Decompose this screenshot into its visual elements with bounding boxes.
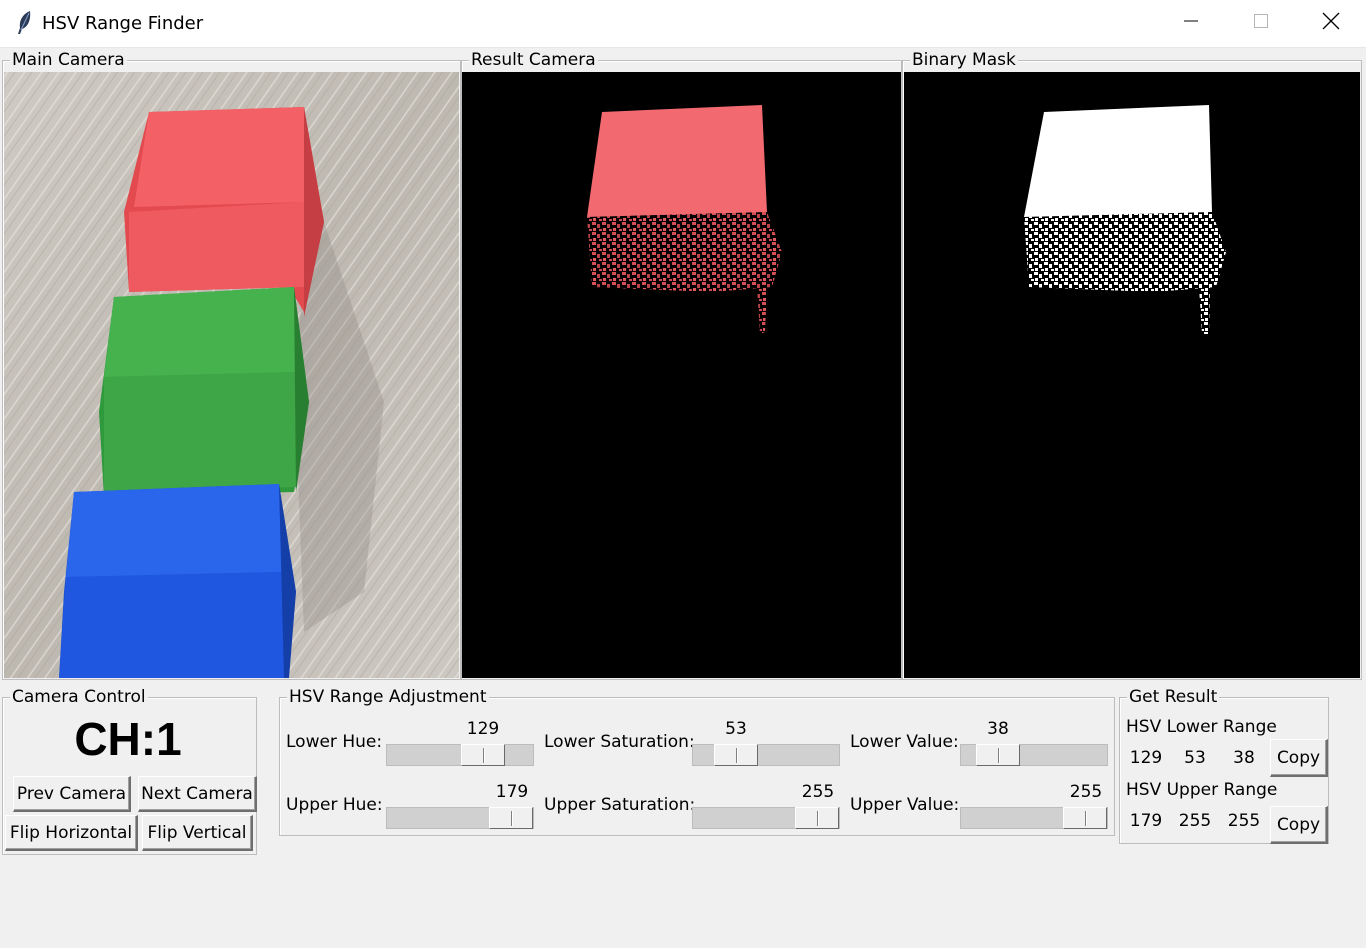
upper-h-result: 179 (1129, 811, 1163, 831)
upper-saturation-slider-thumb[interactable] (795, 807, 839, 829)
upper-hue-value: 179 (495, 782, 529, 802)
lower-saturation-slider-thumb[interactable] (714, 744, 758, 766)
main-camera-title: Main Camera (10, 49, 127, 71)
upper-saturation-slider[interactable] (692, 807, 840, 829)
hsv-range-adjustment-title: HSV Range Adjustment (287, 686, 489, 708)
upper-v-result: 255 (1227, 811, 1261, 831)
hsv-range-adjustment-frame: HSV Range Adjustment Lower Hue: 129 Lowe… (279, 686, 1115, 836)
minimize-button[interactable] (1156, 0, 1226, 47)
window-title: HSV Range Finder (42, 13, 204, 34)
copy-upper-button[interactable]: Copy (1270, 806, 1328, 844)
next-camera-button[interactable]: Next Camera (138, 776, 257, 812)
lower-value-value: 38 (987, 719, 1009, 739)
get-result-frame: Get Result HSV Lower Range 129 53 38 Cop… (1119, 686, 1329, 844)
maximize-icon (1253, 13, 1269, 34)
hsv-lower-range-label: HSV Lower Range (1126, 717, 1277, 737)
get-result-title: Get Result (1127, 686, 1220, 708)
flip-vertical-button[interactable]: Flip Vertical (142, 815, 253, 851)
copy-lower-button[interactable]: Copy (1270, 739, 1328, 777)
camera-control-title: Camera Control (10, 686, 148, 708)
camera-control-frame: Camera Control CH:1 Prev Camera Next Cam… (2, 686, 257, 855)
upper-value-slider[interactable] (960, 807, 1108, 829)
upper-hue-slider-thumb[interactable] (489, 807, 533, 829)
result-camera-title: Result Camera (469, 49, 598, 71)
lower-h-result: 129 (1129, 748, 1163, 768)
lower-value-slider[interactable] (960, 744, 1108, 766)
result-camera-feed (462, 72, 901, 678)
maximize-button[interactable] (1226, 0, 1296, 47)
close-button[interactable] (1296, 0, 1366, 47)
prev-camera-button[interactable]: Prev Camera (13, 776, 131, 812)
upper-hue-slider[interactable] (386, 807, 534, 829)
upper-value-value: 255 (1069, 782, 1103, 802)
close-icon (1322, 12, 1340, 35)
title-bar: HSV Range Finder (0, 0, 1366, 48)
feather-icon (14, 10, 36, 36)
lower-s-result: 53 (1184, 748, 1206, 768)
lower-hue-slider-thumb[interactable] (461, 744, 505, 766)
upper-value-label: Upper Value: (850, 795, 960, 815)
lower-saturation-label: Lower Saturation: (544, 732, 695, 752)
binary-mask-title: Binary Mask (910, 49, 1018, 71)
lower-hue-slider[interactable] (386, 744, 534, 766)
upper-hue-label: Upper Hue: (286, 795, 383, 815)
lower-hue-label: Lower Hue: (286, 732, 383, 752)
minimize-icon (1183, 13, 1199, 34)
flip-horizontal-button[interactable]: Flip Horizontal (5, 815, 138, 851)
channel-label: CH:1 (74, 713, 182, 765)
hsv-upper-range-label: HSV Upper Range (1126, 780, 1278, 800)
upper-saturation-value: 255 (801, 782, 835, 802)
lower-saturation-slider[interactable] (692, 744, 840, 766)
binary-mask-feed (904, 72, 1360, 678)
upper-value-slider-thumb[interactable] (1063, 807, 1107, 829)
upper-s-result: 255 (1178, 811, 1212, 831)
lower-saturation-value: 53 (725, 719, 747, 739)
main-camera-feed (4, 72, 459, 678)
lower-value-label: Lower Value: (850, 732, 959, 752)
upper-saturation-label: Upper Saturation: (544, 795, 696, 815)
lower-hue-value: 129 (466, 719, 500, 739)
lower-value-slider-thumb[interactable] (976, 744, 1020, 766)
lower-v-result: 38 (1233, 748, 1255, 768)
